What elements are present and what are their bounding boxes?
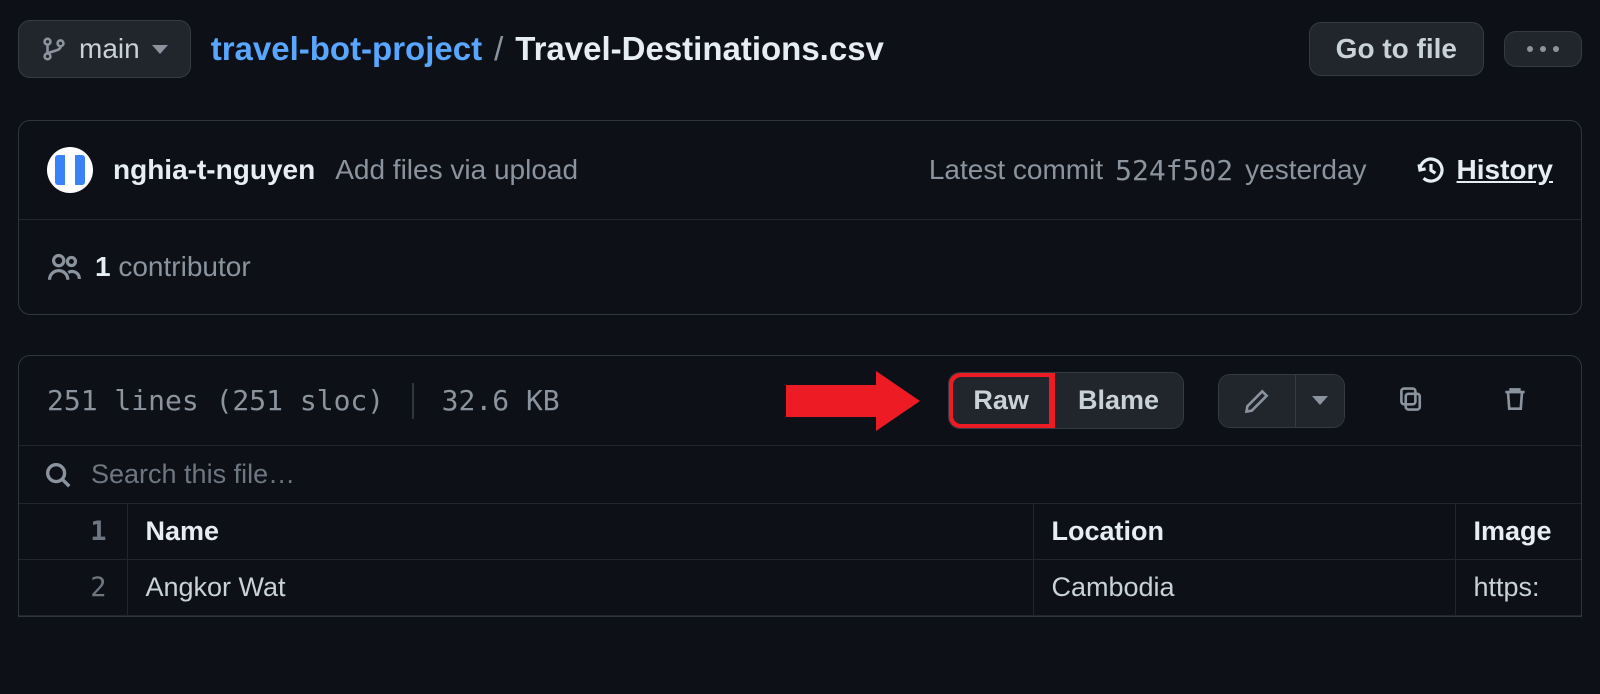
raw-blame-group: Raw Blame	[948, 372, 1184, 429]
edit-group	[1218, 374, 1345, 428]
csv-table: 1 Name Location Image 2 Angkor Wat Cambo…	[19, 503, 1581, 616]
file-lines: 251 lines (251 sloc)	[47, 384, 384, 417]
file-card: 251 lines (251 sloc) 32.6 KB Raw Blame	[18, 355, 1582, 617]
breadcrumb: travel-bot-project / Travel-Destinations…	[211, 30, 1289, 68]
commit-hash[interactable]: 524f502	[1115, 154, 1233, 187]
branch-name: main	[79, 35, 140, 63]
contributor-label: contributor	[118, 251, 250, 282]
annotation-arrow	[786, 374, 920, 428]
breadcrumb-file: Travel-Destinations.csv	[515, 30, 884, 68]
go-to-file-button[interactable]: Go to file	[1309, 22, 1484, 76]
edit-dropdown-button[interactable]	[1295, 375, 1344, 427]
people-icon	[47, 250, 81, 284]
raw-button[interactable]: Raw	[949, 373, 1053, 428]
col-header-name: Name	[127, 504, 1033, 560]
cell-image: https:	[1455, 560, 1581, 616]
copy-button[interactable]	[1373, 373, 1449, 428]
commit-card: nghia-t-nguyen Add files via upload Late…	[18, 120, 1582, 315]
commit-author[interactable]: nghia-t-nguyen	[113, 154, 315, 186]
history-link[interactable]: History	[1415, 154, 1553, 186]
file-size: 32.6 KB	[442, 384, 560, 417]
cell-name: Angkor Wat	[127, 560, 1033, 616]
search-icon	[43, 460, 73, 490]
contributor-count: 1	[95, 251, 111, 282]
commit-time: yesterday	[1245, 154, 1366, 186]
branch-selector-button[interactable]: main	[18, 20, 191, 78]
file-search-row	[19, 445, 1581, 503]
col-header-location: Location	[1033, 504, 1455, 560]
commit-meta: Latest commit 524f502 yesterday	[929, 154, 1367, 187]
more-actions-button[interactable]	[1504, 31, 1582, 67]
col-header-image: Image	[1455, 504, 1581, 560]
history-label: History	[1457, 154, 1553, 186]
contributors-row[interactable]: 1 contributor	[19, 220, 1581, 314]
trash-icon	[1501, 385, 1529, 413]
line-number[interactable]: 1	[19, 504, 127, 560]
caret-down-icon	[152, 45, 168, 54]
search-input[interactable]	[89, 458, 1557, 491]
breadcrumb-separator: /	[490, 30, 507, 68]
table-row: 2 Angkor Wat Cambodia https:	[19, 560, 1581, 616]
table-header-row: 1 Name Location Image	[19, 504, 1581, 560]
history-icon	[1415, 154, 1447, 186]
caret-down-icon	[1312, 396, 1328, 405]
pencil-icon	[1243, 387, 1271, 415]
git-branch-icon	[41, 36, 67, 62]
line-number[interactable]: 2	[19, 560, 127, 616]
toolbar-separator	[412, 383, 414, 419]
commit-message[interactable]: Add files via upload	[335, 154, 578, 186]
edit-button[interactable]	[1219, 375, 1295, 427]
avatar[interactable]	[47, 147, 93, 193]
latest-commit-label: Latest commit	[929, 154, 1103, 186]
kebab-icon	[1527, 46, 1559, 52]
cell-location: Cambodia	[1033, 560, 1455, 616]
copy-icon	[1397, 385, 1425, 413]
blame-button[interactable]: Blame	[1053, 373, 1183, 428]
breadcrumb-repo-link[interactable]: travel-bot-project	[211, 30, 482, 68]
delete-button[interactable]	[1477, 373, 1553, 428]
